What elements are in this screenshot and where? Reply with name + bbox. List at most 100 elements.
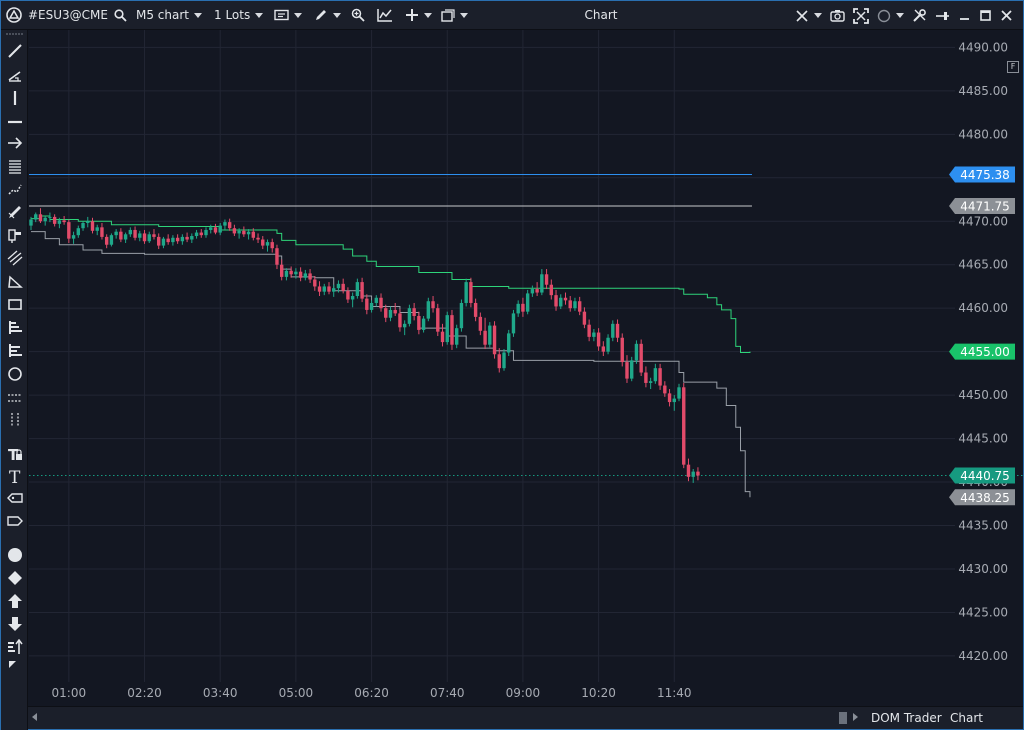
channel-tool-icon[interactable] [5,156,24,175]
price-chart[interactable]: 4490.004485.004480.004475.004470.004465.… [28,30,1023,706]
scroll-left-arrow-icon[interactable] [32,713,37,721]
text-lock-tool-icon[interactable]: T [5,444,24,463]
drawing-pencil-dropdown[interactable] [305,1,344,30]
circle-marker-icon[interactable] [5,545,24,564]
candlestick-chart[interactable]: 4490.004485.004480.004475.004470.004465.… [28,30,1023,706]
y-tick-label: 4420.00 [958,649,1008,663]
candle-body [644,372,648,383]
diamond-marker-icon[interactable] [5,568,24,587]
tab-chart-trader[interactable]: Chart Trader [950,707,1023,730]
chart-type-dropdown[interactable] [266,1,305,30]
date-range-tool-icon[interactable] [5,410,24,429]
candle-body [573,301,577,309]
toolbar-grip-icon[interactable] [5,30,24,38]
crosshair-dropdown[interactable] [396,1,435,30]
ray-tool-icon[interactable] [5,65,24,84]
candle-body [469,282,473,303]
candle-body [360,282,364,299]
symbol-search-icon[interactable] [111,1,130,30]
sort-tool-icon[interactable] [5,637,24,656]
horizontal-line-price-label: 4471.75 [960,200,1010,214]
cursor-mode-dropdown[interactable] [791,1,826,30]
candle-body [114,231,118,236]
minimize-button[interactable] [954,1,975,30]
expand-corner-icon[interactable] [3,660,22,670]
tab-dom-trader[interactable]: DOM Trader [871,707,942,730]
candle-body [521,303,525,312]
candle-body [261,239,265,246]
rectangle-tool-icon[interactable] [5,294,24,313]
candle-body [502,352,506,369]
candle-body [298,271,303,278]
maximize-button[interactable] [975,1,996,30]
candle-body [242,230,246,235]
timeframe-dropdown[interactable]: M5 chart [130,1,205,30]
chevron-down-icon [255,12,264,18]
candle-body [48,216,52,218]
settings-tools-icon[interactable] [908,1,931,30]
pitchfork-tool-icon[interactable] [5,248,24,267]
fork-tool-icon[interactable] [5,225,24,244]
templates-dropdown[interactable] [435,1,471,30]
fibonacci-retracement-icon[interactable] [5,317,24,336]
polyline-tool-icon[interactable] [5,179,24,198]
candle-body [648,381,653,383]
x-tick-label: 09:00 [506,686,541,700]
candle-body [365,298,369,310]
vertical-line-tool-icon[interactable] [5,88,24,107]
brush-tool-icon[interactable] [5,202,24,221]
arrow-up-marker-icon[interactable] [5,591,24,610]
ellipse-tool-icon[interactable] [5,364,24,383]
candle-body [147,234,151,242]
chart-f-button[interactable]: F [1007,61,1019,73]
candle-body [81,222,85,229]
triangle-tool-icon[interactable] [5,271,24,290]
candle-body [483,330,487,345]
arrow-down-marker-icon[interactable] [5,614,24,633]
x-tick-label: 05:00 [279,686,314,700]
scrollbar-thumb[interactable] [839,712,847,724]
candle-body [332,288,336,292]
candle-body [374,297,378,303]
candle-body [663,385,667,394]
zoom-icon[interactable] [344,1,368,30]
chevron-down-icon [294,12,303,18]
bottom-bar: DOM Trader Chart Trader [28,706,1023,729]
chevron-down-icon [424,12,433,18]
close-button[interactable] [996,1,1017,30]
fullscreen-icon[interactable] [849,1,873,30]
scroll-right-arrow-icon[interactable] [853,713,858,721]
trend-line-tool-icon[interactable] [5,41,24,60]
link-group-dropdown[interactable] [873,1,908,30]
candle-body [421,318,426,330]
symbol-label: #ESU3@CME [28,8,108,22]
horizontal-line-tool-icon[interactable] [5,110,24,129]
symbol-selector[interactable]: #ESU3@CME [25,1,111,30]
screenshot-icon[interactable] [826,1,849,30]
candle-body [630,360,634,379]
y-tick-label: 4470.00 [958,214,1008,228]
indicators-icon[interactable] [368,1,396,30]
candle-body [516,303,520,314]
price-label-tool-icon[interactable] [5,488,24,507]
callout-tool-icon[interactable] [5,511,24,530]
x-tick-label: 01:00 [52,686,87,700]
horizontal-scrollbar[interactable] [42,711,842,725]
app-logo-icon[interactable] [1,1,25,30]
candle-body [119,231,123,240]
arrow-tool-icon[interactable] [5,133,24,152]
candle-body [350,296,355,300]
candle-body [171,237,175,243]
candle-body [180,236,185,242]
candle-body [459,302,464,329]
price-range-tool-icon[interactable] [5,388,24,407]
fibonacci-extension-icon[interactable] [5,340,24,359]
chevron-down-icon [814,13,822,18]
pin-icon[interactable] [931,1,954,30]
text-tool-icon[interactable]: T [5,466,24,485]
lots-dropdown[interactable]: 1 Lots [205,1,266,30]
candle-body [535,289,539,293]
candle-body [615,323,620,338]
candle-body [426,301,431,319]
candle-body [138,233,142,238]
